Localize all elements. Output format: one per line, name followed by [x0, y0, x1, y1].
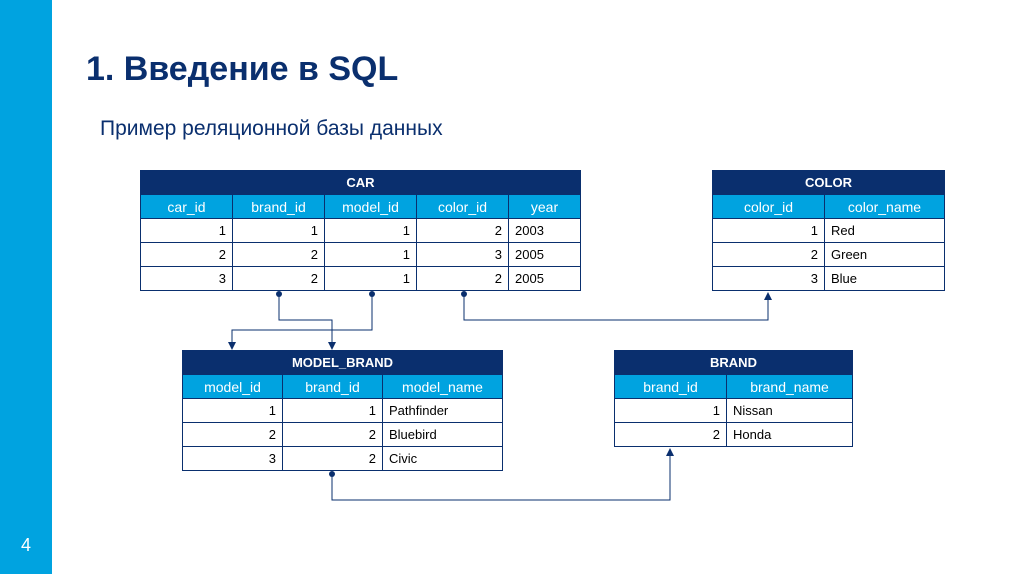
- cell: 3: [713, 267, 825, 291]
- cell: 1: [141, 219, 233, 243]
- cell: 2: [183, 423, 283, 447]
- cell: Nissan: [727, 399, 853, 423]
- page-title: 1. Введение в SQL: [86, 50, 984, 89]
- cell: 2: [233, 267, 325, 291]
- col-header: color_id: [417, 195, 509, 219]
- table-model-brand-title: MODEL_BRAND: [183, 351, 503, 375]
- cell: 2: [417, 219, 509, 243]
- cell: 2: [233, 243, 325, 267]
- cell: 2: [283, 423, 383, 447]
- cell: 2: [283, 447, 383, 471]
- cell: Pathfinder: [383, 399, 503, 423]
- table-row: 2 Honda: [615, 423, 853, 447]
- table-brand: BRAND brand_id brand_name 1 Nissan 2 Hon…: [614, 350, 853, 447]
- cell: 1: [615, 399, 727, 423]
- table-row: 3 2 1 2 2005: [141, 267, 581, 291]
- col-header: brand_id: [283, 375, 383, 399]
- cell: 2: [713, 243, 825, 267]
- table-row: 3 Blue: [713, 267, 945, 291]
- cell: 2: [141, 243, 233, 267]
- table-model-brand: MODEL_BRAND model_id brand_id model_name…: [182, 350, 503, 471]
- col-header: brand_name: [727, 375, 853, 399]
- col-header: model_name: [383, 375, 503, 399]
- col-header: brand_id: [233, 195, 325, 219]
- sidebar: [0, 0, 52, 574]
- col-header: model_id: [183, 375, 283, 399]
- table-row: 2 2 1 3 2005: [141, 243, 581, 267]
- col-header: color_name: [825, 195, 945, 219]
- cell: 1: [325, 219, 417, 243]
- cell: Bluebird: [383, 423, 503, 447]
- cell: Honda: [727, 423, 853, 447]
- cell: 3: [417, 243, 509, 267]
- table-brand-title: BRAND: [615, 351, 853, 375]
- cell: Green: [825, 243, 945, 267]
- page-number: 4: [0, 535, 52, 556]
- table-row: 2 Green: [713, 243, 945, 267]
- table-row: 3 2 Civic: [183, 447, 503, 471]
- table-row: 2 2 Bluebird: [183, 423, 503, 447]
- cell: 3: [183, 447, 283, 471]
- col-header: model_id: [325, 195, 417, 219]
- cell: 1: [325, 243, 417, 267]
- cell: 1: [183, 399, 283, 423]
- cell: 2003: [509, 219, 581, 243]
- cell: 2005: [509, 267, 581, 291]
- cell: 3: [141, 267, 233, 291]
- col-header: year: [509, 195, 581, 219]
- cell: 1: [233, 219, 325, 243]
- cell: Civic: [383, 447, 503, 471]
- col-header: car_id: [141, 195, 233, 219]
- cell: 1: [713, 219, 825, 243]
- cell: Blue: [825, 267, 945, 291]
- cell: 2005: [509, 243, 581, 267]
- cell: Red: [825, 219, 945, 243]
- table-row: 1 Red: [713, 219, 945, 243]
- table-car-title: CAR: [141, 171, 581, 195]
- table-row: 1 1 1 2 2003: [141, 219, 581, 243]
- table-color-title: COLOR: [713, 171, 945, 195]
- cell: 1: [325, 267, 417, 291]
- page-subtitle: Пример реляционной базы данных: [100, 117, 984, 141]
- table-row: 1 Nissan: [615, 399, 853, 423]
- col-header: brand_id: [615, 375, 727, 399]
- cell: 2: [615, 423, 727, 447]
- cell: 1: [283, 399, 383, 423]
- col-header: color_id: [713, 195, 825, 219]
- table-color: COLOR color_id color_name 1 Red 2 Green …: [712, 170, 945, 291]
- diagram: CAR car_id brand_id model_id color_id ye…: [86, 170, 984, 574]
- cell: 2: [417, 267, 509, 291]
- table-car: CAR car_id brand_id model_id color_id ye…: [140, 170, 581, 291]
- table-row: 1 1 Pathfinder: [183, 399, 503, 423]
